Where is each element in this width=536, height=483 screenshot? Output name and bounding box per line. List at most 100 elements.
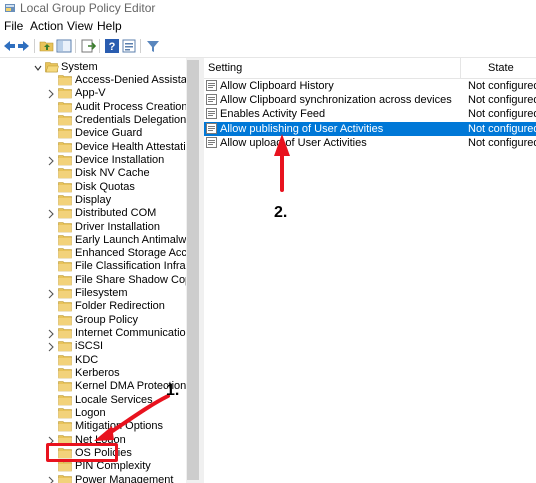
tree-node-folder-redirection[interactable]: Folder Redirection (0, 300, 186, 313)
tree-node-file-classification-infrastruct[interactable]: File Classification Infrastruct (0, 260, 186, 273)
tree-node-pin-complexity[interactable]: PIN Complexity (0, 460, 186, 473)
toolbar-separator (99, 39, 100, 53)
folder-icon (58, 154, 72, 166)
tree-label: File Share Shadow Copy Prov (75, 273, 186, 286)
tree-node-kdc[interactable]: KDC (0, 354, 186, 367)
folder-icon (58, 394, 72, 406)
tree-node-audit-process-creation[interactable]: Audit Process Creation (0, 101, 186, 114)
folder-icon (58, 287, 72, 299)
tree-node-logon[interactable]: Logon (0, 407, 186, 420)
tree-node-app-v[interactable]: App-V (0, 87, 186, 100)
folder-icon (58, 460, 72, 472)
tree-node-kerberos[interactable]: Kerberos (0, 367, 186, 380)
forward-arrow-icon[interactable] (17, 38, 33, 54)
tree-node-enhanced-storage-access[interactable]: Enhanced Storage Access (0, 247, 186, 260)
help-icon[interactable]: ? (104, 38, 120, 54)
menu-bar: File Action View Help (0, 17, 536, 35)
tree-node-kernel-dma-protection[interactable]: Kernel DMA Protection (0, 380, 186, 393)
folder-icon (58, 380, 72, 392)
setting-row[interactable]: Allow Clipboard History Not configured (204, 79, 536, 93)
column-header-state[interactable]: State (488, 62, 514, 74)
chevron-right-icon[interactable] (47, 288, 55, 299)
setting-state: Not configured (468, 122, 536, 135)
menu-view[interactable]: View (67, 19, 93, 33)
folder-icon (58, 367, 72, 379)
setting-state: Not configured (468, 108, 536, 121)
folder-icon (58, 167, 72, 179)
tree-node-group-policy[interactable]: Group Policy (0, 314, 186, 327)
chevron-down-icon[interactable] (34, 62, 42, 72)
chevron-right-icon[interactable] (47, 88, 55, 99)
tree-label: Distributed COM (75, 207, 157, 220)
tree-label: Device Guard (75, 127, 143, 140)
tree-node-disk-nv-cache[interactable]: Disk NV Cache (0, 167, 186, 180)
tree-node-driver-installation[interactable]: Driver Installation (0, 221, 186, 234)
setting-row[interactable]: Enables Activity Feed Not configured (204, 107, 536, 121)
tree-node-display[interactable]: Display (0, 194, 186, 207)
policy-setting-icon (206, 108, 217, 120)
tree-label: KDC (75, 353, 99, 366)
tree-node-power-management[interactable]: Power Management (0, 474, 186, 483)
up-folder-icon[interactable] (39, 38, 55, 54)
folder-icon (58, 207, 72, 219)
export-list-icon[interactable] (80, 38, 96, 54)
tree-node-system[interactable]: System (0, 61, 186, 74)
folder-icon (58, 407, 72, 419)
tree-label: Early Launch Antimalware (75, 233, 186, 246)
folder-icon (58, 314, 72, 326)
column-header-setting[interactable]: Setting (208, 62, 242, 74)
setting-row[interactable]: Allow publishing of User Activities Not c… (204, 121, 536, 136)
show-hide-tree-icon[interactable] (56, 38, 72, 54)
folder-icon (58, 260, 72, 272)
tree-label: App-V (75, 87, 106, 100)
tree-node-credentials-delegation[interactable]: Credentials Delegation (0, 114, 186, 127)
setting-row[interactable]: Allow Clipboard synchronization across d… (204, 93, 536, 107)
tree-node-early-launch-antimalware[interactable]: Early Launch Antimalware (0, 234, 186, 247)
toolbar: ? (0, 35, 536, 58)
setting-row[interactable]: Allow upload of User Activities Not confi… (204, 136, 536, 150)
folder-icon (58, 181, 72, 193)
filter-icon[interactable] (145, 38, 161, 54)
properties-icon[interactable] (121, 38, 137, 54)
setting-name: Enables Activity Feed (220, 108, 326, 121)
folder-icon (58, 101, 72, 113)
tree-label: Credentials Delegation (75, 113, 186, 126)
tree-node-iscsi[interactable]: iSCSI (0, 340, 186, 353)
tree-label: Mitigation Options (75, 420, 164, 433)
chevron-right-icon[interactable] (47, 208, 55, 219)
folder-icon (58, 127, 72, 139)
tree-node-filesystem[interactable]: Filesystem (0, 287, 186, 300)
tree-node-file-share-shadow-copy-prov[interactable]: File Share Shadow Copy Prov (0, 274, 186, 287)
tree-node-device-health-attestation-se[interactable]: Device Health Attestation Se (0, 141, 186, 154)
folder-icon (58, 141, 72, 153)
folder-open-icon (45, 61, 59, 73)
tree-node-device-guard[interactable]: Device Guard (0, 127, 186, 140)
folder-icon (58, 194, 72, 206)
folder-icon (58, 247, 72, 259)
column-divider[interactable] (460, 58, 461, 78)
tree-node-locale-services[interactable]: Locale Services (0, 394, 186, 407)
setting-state: Not configured (468, 136, 536, 149)
back-arrow-icon[interactable] (2, 38, 18, 54)
tree-node-distributed-com[interactable]: Distributed COM (0, 207, 186, 220)
tree-scrollbar-thumb[interactable] (187, 60, 199, 480)
chevron-right-icon[interactable] (47, 328, 55, 339)
chevron-right-icon[interactable] (47, 155, 55, 166)
tree-node-mitigation-options[interactable]: Mitigation Options (0, 420, 186, 433)
folder-icon (58, 114, 72, 126)
tree-node-access-denied-assistance[interactable]: Access-Denied Assistance (0, 74, 186, 87)
list-header: Setting State (204, 58, 536, 79)
menu-file[interactable]: File (4, 19, 23, 33)
menu-help[interactable]: Help (97, 19, 122, 33)
tree-node-internet-communication-ma[interactable]: Internet Communication Ma (0, 327, 186, 340)
toolbar-separator (75, 39, 76, 53)
chevron-right-icon[interactable] (47, 475, 55, 483)
chevron-right-icon[interactable] (47, 341, 55, 352)
tree-node-device-installation[interactable]: Device Installation (0, 154, 186, 167)
tree-node-disk-quotas[interactable]: Disk Quotas (0, 181, 186, 194)
tree-label: Driver Installation (75, 220, 160, 233)
menu-action[interactable]: Action (30, 19, 63, 33)
tree-label: Logon (75, 407, 106, 419)
highlight-box-os-policies (46, 443, 118, 462)
svg-text:?: ? (109, 41, 116, 53)
